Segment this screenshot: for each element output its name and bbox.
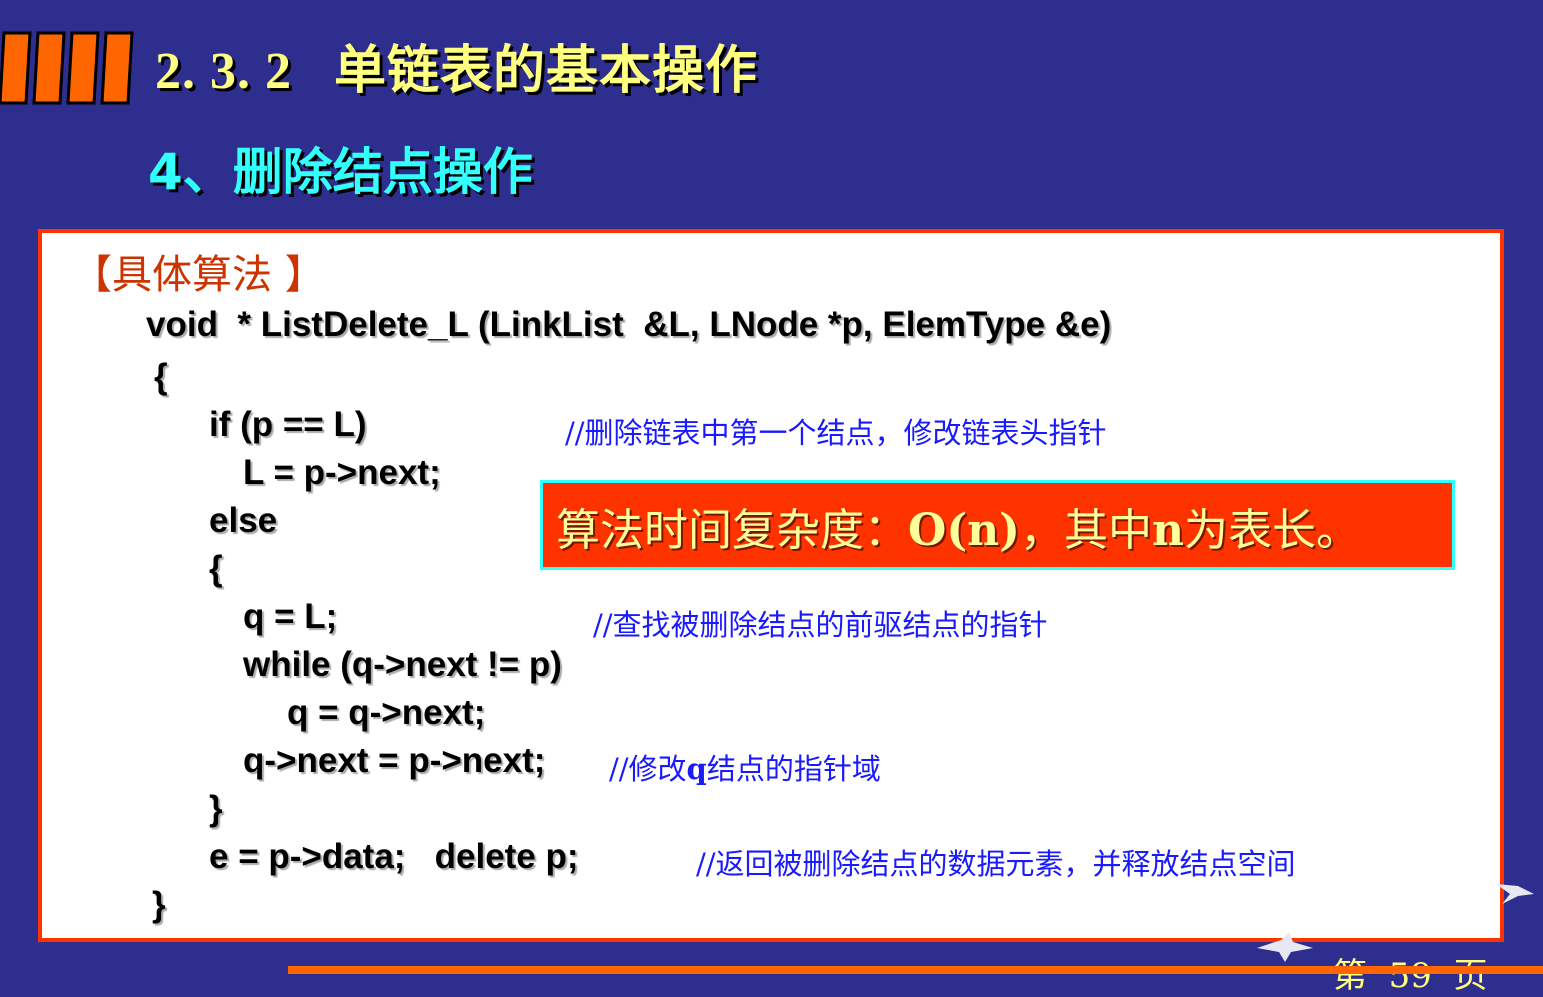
code-line: { — [154, 357, 168, 396]
code-line: L = p->next; — [243, 453, 441, 492]
slide-title: 2. 3. 2 单链表的基本操作 — [155, 43, 759, 100]
comment-text: 结点的指针域 — [706, 752, 881, 786]
complexity-text: 算法时间复杂度：O(n)，其中n为表长。 — [556, 494, 1360, 558]
code-comment: //修改q结点的指针域 — [609, 746, 881, 788]
code-comment: //查找被删除结点的前驱结点的指针 — [593, 608, 1048, 642]
code-line: } — [209, 789, 223, 828]
code-line: q = L; — [243, 597, 338, 636]
code-line: e = p->data; delete p; — [209, 837, 579, 876]
star-decoration-icon — [1257, 932, 1313, 962]
code-line: { — [209, 549, 223, 588]
complexity-suffix: 为表长。 — [1183, 505, 1360, 556]
slide-subtitle: 4、删除结点操作 — [148, 143, 533, 201]
code-line: q = q->next; — [287, 693, 486, 732]
code-line: if (p == L) — [209, 405, 367, 444]
star-decoration-icon — [1496, 884, 1534, 904]
title-stripes-decoration — [0, 31, 134, 105]
code-line: while (q->next != p) — [243, 645, 562, 684]
complexity-prefix: 算法时间复杂度： — [556, 505, 908, 556]
complexity-variable: n — [1151, 505, 1184, 556]
code-line: } — [152, 885, 166, 924]
comment-variable: q — [686, 752, 707, 786]
code-comment: //返回被删除结点的数据元素，并释放结点空间 — [696, 847, 1296, 881]
footer-rule — [288, 966, 1543, 974]
algorithm-label: 【具体算法 】 — [72, 252, 325, 298]
code-line: void * ListDelete_L (LinkList &L, LNode … — [146, 305, 1112, 344]
code-comment: //删除链表中第一个结点，修改链表头指针 — [565, 416, 1107, 450]
code-line: else — [209, 501, 278, 540]
complexity-order: O(n) — [908, 505, 1020, 556]
comment-text: //修改 — [609, 752, 687, 786]
code-line: q->next = p->next; — [243, 741, 546, 780]
complexity-middle: ，其中 — [1019, 505, 1152, 556]
